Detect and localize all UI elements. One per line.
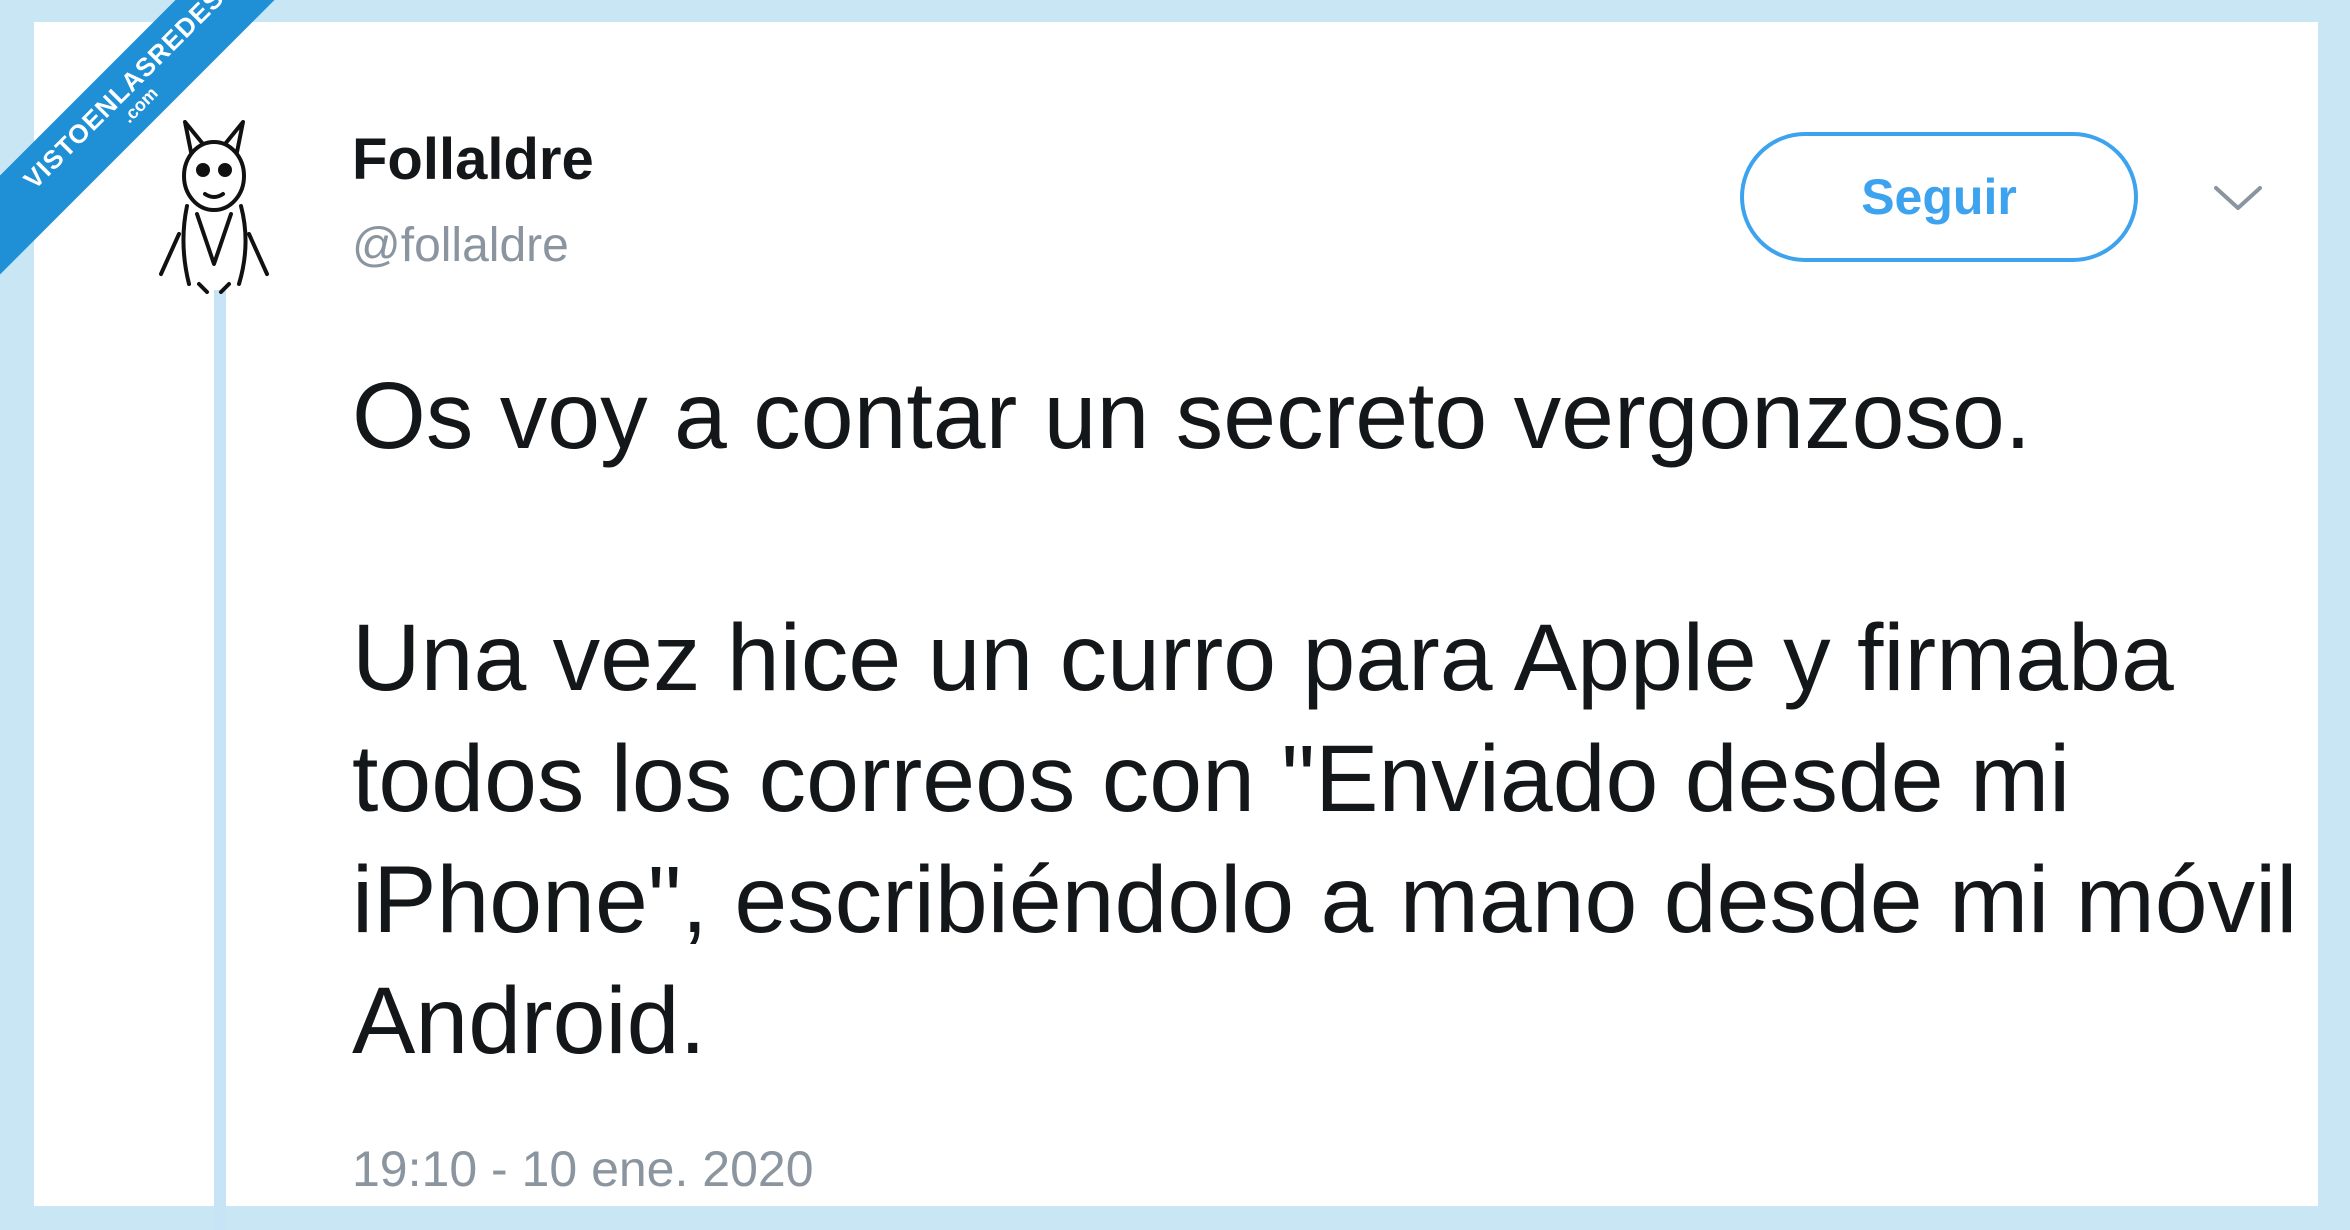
- avatar[interactable]: [149, 114, 279, 294]
- display-name[interactable]: Follaldre: [352, 126, 594, 193]
- thread-line: [214, 290, 226, 1230]
- user-handle[interactable]: @follaldre: [352, 218, 569, 273]
- tweet-card: Follaldre @follaldre Seguir Os voy a con…: [34, 22, 2318, 1230]
- tweet-paragraph: Una vez hice un curro para Apple y firma…: [352, 605, 2298, 1074]
- follow-button[interactable]: Seguir: [1740, 132, 2138, 262]
- tweet-paragraph: Os voy a contar un secreto vergonzoso.: [352, 363, 2032, 469]
- chevron-down-icon[interactable]: [2212, 182, 2264, 214]
- tweet-timestamp[interactable]: 19:10 - 10 ene. 2020: [352, 1140, 814, 1198]
- tweet-text: Os voy a contar un secreto vergonzoso. U…: [352, 356, 2312, 1082]
